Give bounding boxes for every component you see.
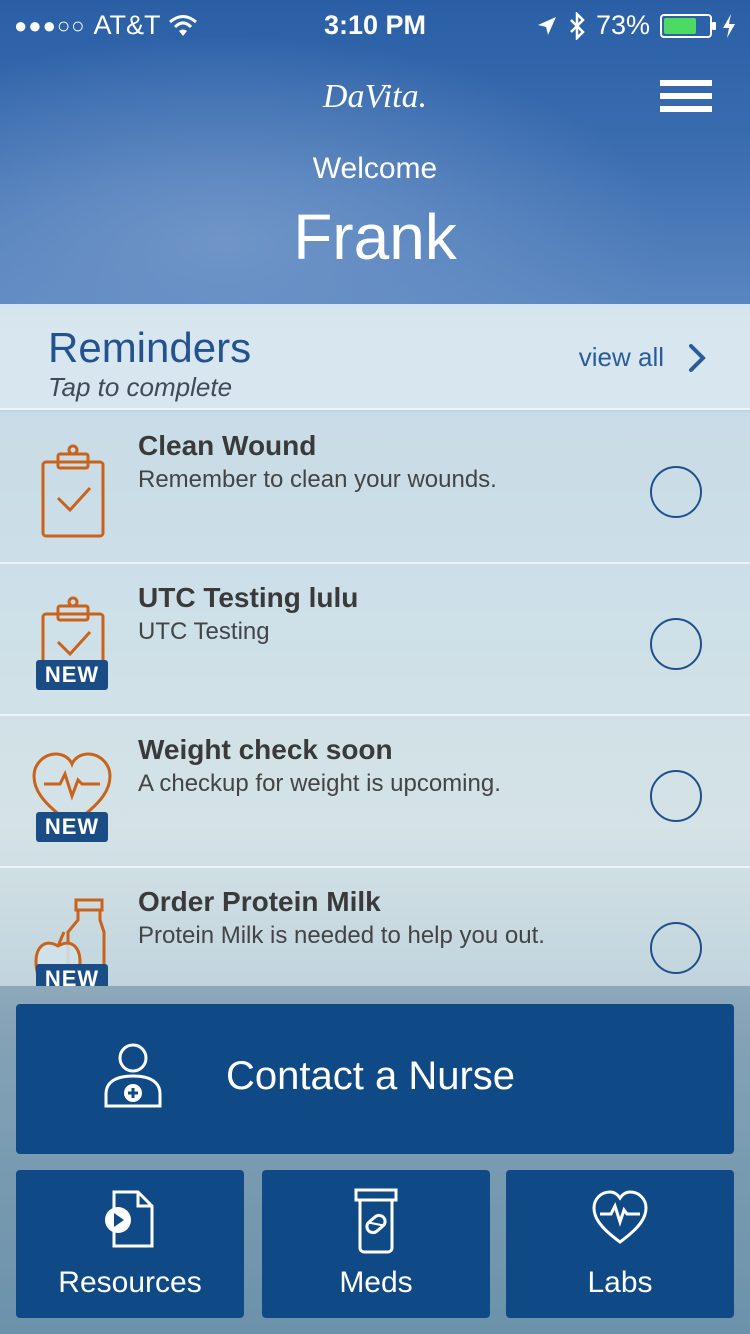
reminder-title: UTC Testing lulu [138,582,359,613]
hamburger-menu-icon[interactable] [660,80,712,116]
reminders-title: Reminders [48,324,252,371]
reminder-title: Clean Wound [138,430,317,461]
status-bar: ●●●○○ AT&T 3:10 PM 73% [0,0,750,52]
chevron-right-icon [689,343,706,372]
pill-bottle-icon [354,1188,398,1254]
location-arrow-icon [537,16,556,35]
nurse-icon [104,1043,162,1108]
battery-percent: 73% [595,10,650,40]
new-badge: NEW [36,964,108,986]
complete-checkbox[interactable] [650,770,702,822]
reminder-item[interactable]: Clean Wound Remember to clean your wound… [0,412,750,564]
meds-button[interactable]: Meds [262,1170,490,1318]
heart-pulse-icon [592,1190,648,1244]
reminder-description: UTC Testing [138,618,270,645]
view-all-label: view all [578,342,664,372]
reminders-header: Reminders Tap to complete view all [0,304,750,410]
complete-checkbox[interactable] [650,618,702,670]
bluetooth-icon [570,11,585,40]
resources-label: Resources [58,1266,202,1299]
complete-checkbox[interactable] [650,466,702,518]
davita-logo: DaVita. [0,78,750,116]
complete-checkbox[interactable] [650,922,702,974]
reminder-item[interactable]: NEW Weight check soon A checkup for weig… [0,716,750,868]
user-name: Frank [293,201,457,273]
document-play-icon [105,1190,154,1248]
charging-bolt-icon [723,13,735,38]
reminder-title: Weight check soon [138,734,393,765]
reminder-description: Protein Milk is needed to help you out. [138,922,545,949]
reminder-item[interactable]: NEW UTC Testing lulu UTC Testing [0,564,750,716]
reminder-description: Remember to clean your wounds. [138,466,497,493]
action-panel: Contact a Nurse Resources Meds Labs [0,986,750,1334]
reminder-description: A checkup for weight is upcoming. [138,770,501,797]
resources-button[interactable]: Resources [16,1170,244,1318]
view-all-link[interactable]: view all [579,342,706,373]
logo-text: DaVita. [322,78,428,115]
contact-nurse-button[interactable]: Contact a Nurse [16,1004,734,1154]
new-badge: NEW [36,812,108,842]
new-badge: NEW [36,660,108,690]
reminder-list: Clean Wound Remember to clean your wound… [0,412,750,986]
contact-nurse-label: Contact a Nurse [226,1054,516,1098]
reminders-subtitle: Tap to complete [48,372,233,402]
meds-label: Meds [339,1266,413,1299]
reminder-item[interactable]: 00 NEW Order Protein Milk Protein Milk i… [0,868,750,986]
welcome-label: Welcome [312,152,438,185]
labs-button[interactable]: Labs [506,1170,734,1318]
labs-label: Labs [587,1266,653,1299]
header: ●●●○○ AT&T 3:10 PM 73% DaVita. Welcome F… [0,0,750,304]
battery-icon [660,13,716,38]
clipboard-check-icon [41,444,105,538]
status-right: 73% [536,10,736,41]
battery-level [664,17,697,34]
reminder-title: Order Protein Milk [138,886,381,917]
